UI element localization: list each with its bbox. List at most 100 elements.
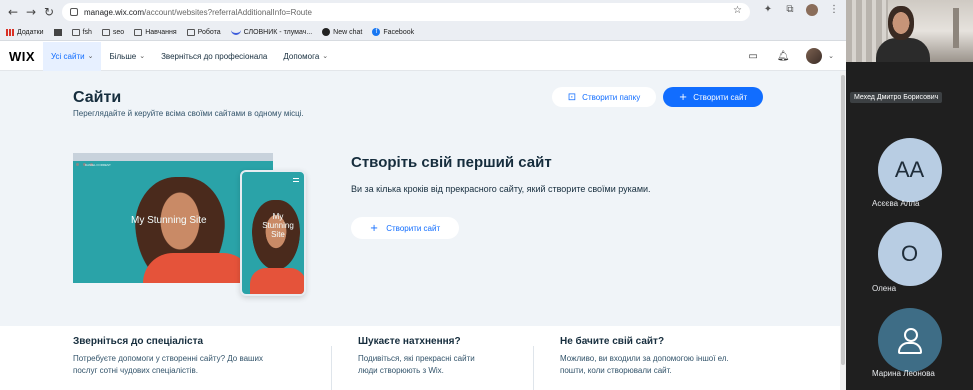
address-bar-row: ← → ↻ manage.wix.com/account/websites?re… xyxy=(0,0,846,24)
apps-grid-icon xyxy=(6,28,14,36)
card-title: Шукаєте натхнення? xyxy=(358,336,461,347)
participant-avatar: AA xyxy=(877,138,942,202)
menu-label: Усі сайти xyxy=(51,51,85,61)
video-background xyxy=(953,8,959,48)
site-info-icon[interactable] xyxy=(70,8,78,16)
participant-name: Марина Леонова xyxy=(872,369,935,378)
bookmark-label: Додатки xyxy=(17,28,44,36)
person-icon xyxy=(897,328,922,354)
button-label: Створити папку xyxy=(582,92,641,102)
extension-icon[interactable]: ✦ xyxy=(762,4,774,16)
mobile-heading: My Stunning Site xyxy=(262,212,294,239)
dictionary-logo-icon xyxy=(230,29,241,35)
profile-avatar-icon[interactable] xyxy=(806,4,818,16)
folder-icon xyxy=(134,28,143,36)
wix-logo[interactable]: WIX xyxy=(9,49,43,64)
bookmark-label: New chat xyxy=(333,28,363,36)
bookmark-windows[interactable] xyxy=(53,28,62,36)
bookmark-study[interactable]: Навчання xyxy=(134,28,177,36)
chevron-down-icon: ⌄ xyxy=(322,52,329,60)
menu-all-sites[interactable]: Усі сайти ⌄ xyxy=(43,41,102,71)
puzzle-icon[interactable]: ⧉ xyxy=(784,4,796,16)
video-call-panel: Мехед Дмитро Борисович AA Асєєва Алла O … xyxy=(846,0,973,390)
bookmark-label: СЛОВНИК - тлумач... xyxy=(243,28,313,36)
create-site-button[interactable]: + Створити сайт xyxy=(663,87,763,107)
chevron-down-icon: ⌄ xyxy=(139,52,146,60)
url-field[interactable]: manage.wix.com/account/websites?referral… xyxy=(62,3,750,21)
back-arrow-icon[interactable]: ← xyxy=(4,3,22,21)
folder-plus-icon: ⊡ xyxy=(567,91,577,103)
button-label: Створити сайт xyxy=(386,223,441,233)
kebab-menu-icon[interactable]: ⋮ xyxy=(828,4,840,16)
scrollbar-thumb[interactable] xyxy=(841,75,845,365)
browser-toolbar-icons: ✦ ⧉ ⋮ xyxy=(762,4,840,16)
card-missing-site[interactable]: Не бачите свій сайт? Можливо, ви входили… xyxy=(560,336,729,377)
bookmark-work[interactable]: Робота xyxy=(186,28,221,36)
divider xyxy=(331,346,332,390)
forward-arrow-icon[interactable]: → xyxy=(22,3,40,21)
bookmark-dictionary[interactable]: СЛОВНИК - тлумач... xyxy=(230,28,313,36)
menu-label: Зверніться до професіонала xyxy=(161,51,268,61)
participant-tile[interactable] xyxy=(846,308,973,372)
button-label: Створити сайт xyxy=(693,92,748,102)
menu-label: Більше xyxy=(109,51,137,61)
speaker-figure xyxy=(888,6,914,40)
reload-icon[interactable]: ↻ xyxy=(40,3,58,21)
main-content: Сайти Переглядайте й керуйте всіма своїм… xyxy=(0,71,840,390)
chevron-down-icon: ⌄ xyxy=(87,52,94,60)
chat-icon[interactable]: ▭ xyxy=(746,49,760,63)
screen: ← → ↻ manage.wix.com/account/websites?re… xyxy=(0,0,973,390)
page-subtitle: Переглядайте й керуйте всіма своїми сайт… xyxy=(73,109,304,118)
bookmark-label: Робота xyxy=(197,28,221,36)
hamburger-icon xyxy=(293,178,299,182)
card-text: Подивіться, які прекрасні сайти xyxy=(358,354,475,363)
preview-jacket xyxy=(143,253,253,283)
menu-hire-professional[interactable]: Зверніться до професіонала xyxy=(153,42,275,71)
account-menu[interactable]: ⌄ xyxy=(806,48,834,64)
speaker-figure xyxy=(876,38,930,62)
plus-icon: + xyxy=(678,91,688,103)
url-host: manage.wix.com xyxy=(84,7,145,17)
bookmark-apps[interactable]: Додатки xyxy=(6,28,44,36)
participant-tile[interactable]: AA xyxy=(846,138,973,202)
mobile-jacket xyxy=(250,268,304,294)
header-actions: ▭ 🔔︎ ⌄ xyxy=(746,48,834,64)
folder-icon xyxy=(101,28,110,36)
menu-more[interactable]: Більше ⌄ xyxy=(101,42,153,71)
bookmark-new-chat[interactable]: New chat xyxy=(322,28,362,36)
card-specialist[interactable]: Зверніться до спеціаліста Потребуєте доп… xyxy=(73,336,263,377)
bookmark-seo[interactable]: seo xyxy=(101,28,125,36)
participant-name: Асєєва Алла xyxy=(872,199,920,208)
chevron-down-icon: ⌄ xyxy=(828,52,834,60)
participant-avatar: O xyxy=(877,222,942,286)
bookmark-fsh[interactable]: fsh xyxy=(71,28,92,36)
chat-logo-icon xyxy=(322,28,331,36)
menu-label: Допомога xyxy=(283,51,320,61)
speaker-video xyxy=(846,0,973,62)
participant-tile[interactable]: O xyxy=(846,222,973,286)
preview-browser-bar xyxy=(73,153,273,166)
browser-window: ← → ↻ manage.wix.com/account/websites?re… xyxy=(0,0,846,390)
plus-icon: + xyxy=(369,222,379,234)
bookmark-facebook[interactable]: f Facebook xyxy=(372,28,414,36)
bookmark-label: fsh xyxy=(82,28,92,36)
preview-heading: My Stunning Site xyxy=(131,215,207,226)
facebook-icon: f xyxy=(372,28,381,36)
page-title: Сайти xyxy=(73,89,122,106)
folder-icon xyxy=(71,28,80,36)
participant-avatar xyxy=(877,308,942,372)
bookmark-star-icon[interactable]: ☆ xyxy=(733,5,742,16)
card-text: пошти, коли створювали сайт. xyxy=(560,366,672,375)
promo-create-site-button[interactable]: + Створити сайт xyxy=(351,217,459,239)
create-folder-button[interactable]: ⊡ Створити папку xyxy=(552,87,656,107)
bookmark-label: seo xyxy=(112,28,125,36)
menu-help[interactable]: Допомога ⌄ xyxy=(275,42,336,71)
bell-icon[interactable]: 🔔︎ xyxy=(776,49,790,63)
card-inspiration[interactable]: Шукаєте натхнення? Подивіться, які прекр… xyxy=(358,336,475,377)
folder-icon xyxy=(186,28,195,36)
divider xyxy=(533,346,534,390)
avatar xyxy=(806,48,823,64)
card-text: послуг сотні чудових спеціалістів. xyxy=(73,366,198,375)
grid-icon xyxy=(53,28,62,36)
speaker-name: Мехед Дмитро Борисович xyxy=(850,92,943,103)
